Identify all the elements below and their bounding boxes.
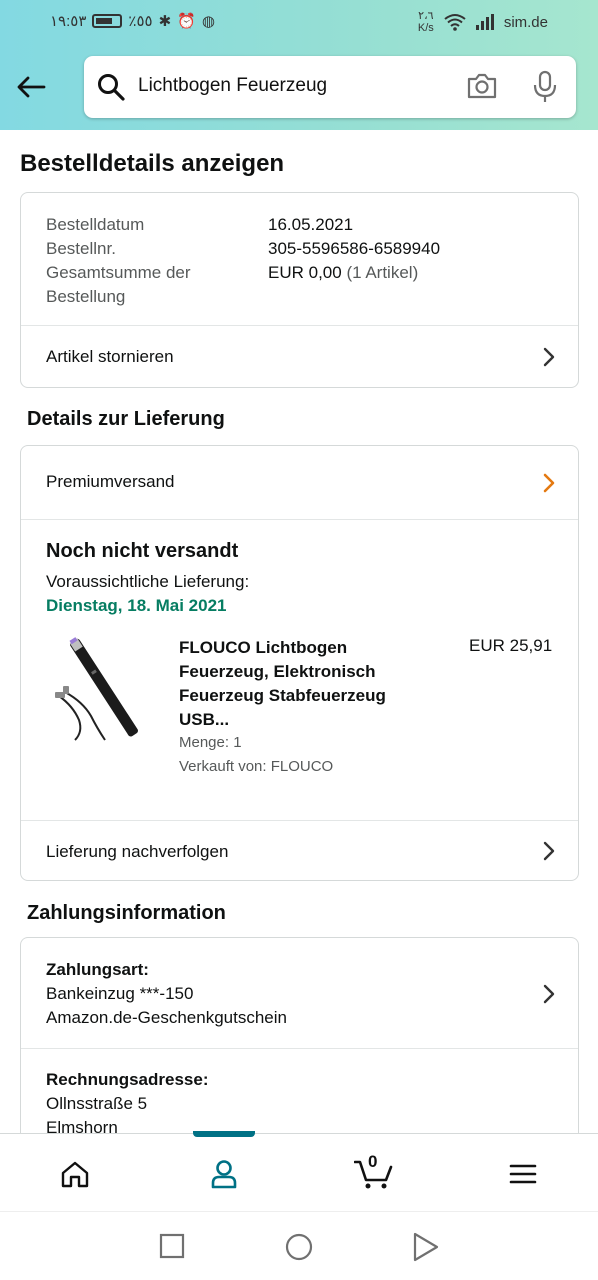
search-input[interactable]: Lichtbogen Feuerzeug <box>138 75 327 97</box>
nav-menu[interactable] <box>503 1156 543 1192</box>
search-icon <box>98 74 125 101</box>
order-total-value: EUR 0,00 (1 Artikel) <box>268 261 418 285</box>
signal-icon <box>475 14 494 30</box>
cancel-items-label: Artikel stornieren <box>46 347 174 366</box>
system-navigation-bar <box>0 1211 598 1280</box>
nav-account[interactable] <box>204 1156 244 1192</box>
search-bar[interactable]: Lichtbogen Feuerzeug <box>84 56 576 118</box>
product-quantity: Menge: 1 <box>179 734 242 751</box>
divider <box>21 1048 578 1049</box>
page-title: Bestelldetails anzeigen <box>20 150 285 177</box>
chevron-right-icon <box>543 347 555 367</box>
expected-delivery-date: Dienstag, 18. Mai 2021 <box>46 596 227 615</box>
product-title-link[interactable]: FLOUCO Lichtbogen Feuerzeug, Elektronisc… <box>179 636 419 732</box>
payment-method-line2: Amazon.de-Geschenkgutschein <box>46 1008 287 1027</box>
app-header: ١٩:٥٣ ٪٥٥ ✱ ⏰ ◍ ٢،٦ K/s sim.de Lichtboge… <box>0 0 598 130</box>
shipping-method-label: Premiumversand <box>46 472 175 491</box>
track-delivery-label: Lieferung nachverfolgen <box>46 842 229 861</box>
status-time: ١٩:٥٣ <box>50 13 87 30</box>
carrier-name: sim.de <box>503 13 548 31</box>
data-saver-icon: ◍ <box>201 13 215 30</box>
chevron-right-icon <box>543 841 555 861</box>
shipment-status: Noch nicht versandt <box>46 540 239 562</box>
wifi-icon <box>444 14 466 31</box>
product-image[interactable] <box>53 636 153 746</box>
cart-count: 0 <box>368 1152 378 1171</box>
order-number-label: Bestellnr. <box>46 239 116 258</box>
billing-address-label: Rechnungsadresse: <box>46 1070 209 1089</box>
chevron-right-icon <box>543 473 555 493</box>
order-summary-card: Bestelldatum 16.05.2021 Bestellnr. 305-5… <box>20 192 579 388</box>
nav-cart[interactable]: 0 <box>353 1152 395 1192</box>
delivery-section-title: Details zur Lieferung <box>27 408 225 430</box>
alarm-icon: ⏰ <box>177 13 196 30</box>
back-button[interactable] <box>14 70 48 104</box>
back-triangle-icon[interactable] <box>412 1232 440 1262</box>
delivery-card: Premiumversand Noch nicht versandt Vorau… <box>20 445 579 881</box>
payment-method-line1: Bankeinzug ***-150 <box>46 984 194 1003</box>
camera-icon[interactable] <box>466 71 498 101</box>
order-date-value: 16.05.2021 <box>268 215 354 234</box>
cancel-items-row[interactable]: Artikel stornieren <box>21 326 578 388</box>
order-total-amount: EUR 0,00 <box>268 263 342 282</box>
product-price: EUR 25,91 <box>469 636 553 655</box>
bottom-navigation: 0 <box>0 1131 598 1211</box>
menu-icon <box>509 1164 537 1184</box>
active-tab-indicator <box>193 1131 255 1137</box>
battery-percent: ٪٥٥ <box>128 13 153 30</box>
microphone-icon[interactable] <box>532 70 558 104</box>
payment-method-row[interactable]: Zahlungsart: Bankeinzug ***-150 Amazon.d… <box>21 938 578 1048</box>
back-arrow-icon <box>17 76 46 98</box>
payment-method-label: Zahlungsart: <box>46 960 149 979</box>
order-date-label: Bestelldatum <box>46 215 145 234</box>
chevron-right-icon <box>543 984 555 1004</box>
home-button-icon[interactable] <box>284 1232 314 1262</box>
product-seller: Verkauft von: FLOUCO <box>179 758 334 775</box>
home-icon <box>61 1161 89 1188</box>
recents-icon[interactable] <box>159 1233 185 1259</box>
billing-address-line1: Ollnsstraße 5 <box>46 1094 148 1113</box>
battery-icon <box>92 14 123 28</box>
shipping-method-row[interactable]: Premiumversand <box>21 446 578 519</box>
account-icon <box>211 1160 237 1189</box>
divider <box>21 519 578 520</box>
network-speed: ٢،٦ K/s <box>417 10 434 34</box>
payment-section-title: Zahlungsinformation <box>27 902 226 924</box>
order-total-label: Gesamtsumme der Bestellung <box>46 263 191 306</box>
nav-home[interactable] <box>55 1156 95 1192</box>
track-delivery-row[interactable]: Lieferung nachverfolgen <box>21 821 578 881</box>
order-number-value: 305-5596586-6589940 <box>268 239 441 258</box>
expected-delivery-label: Voraussichtliche Lieferung: <box>46 572 250 591</box>
order-item-count: (1 Artikel) <box>346 263 419 282</box>
status-bar: ١٩:٥٣ ٪٥٥ ✱ ⏰ ◍ ٢،٦ K/s sim.de <box>0 0 598 46</box>
bluetooth-icon: ✱ <box>158 13 172 30</box>
